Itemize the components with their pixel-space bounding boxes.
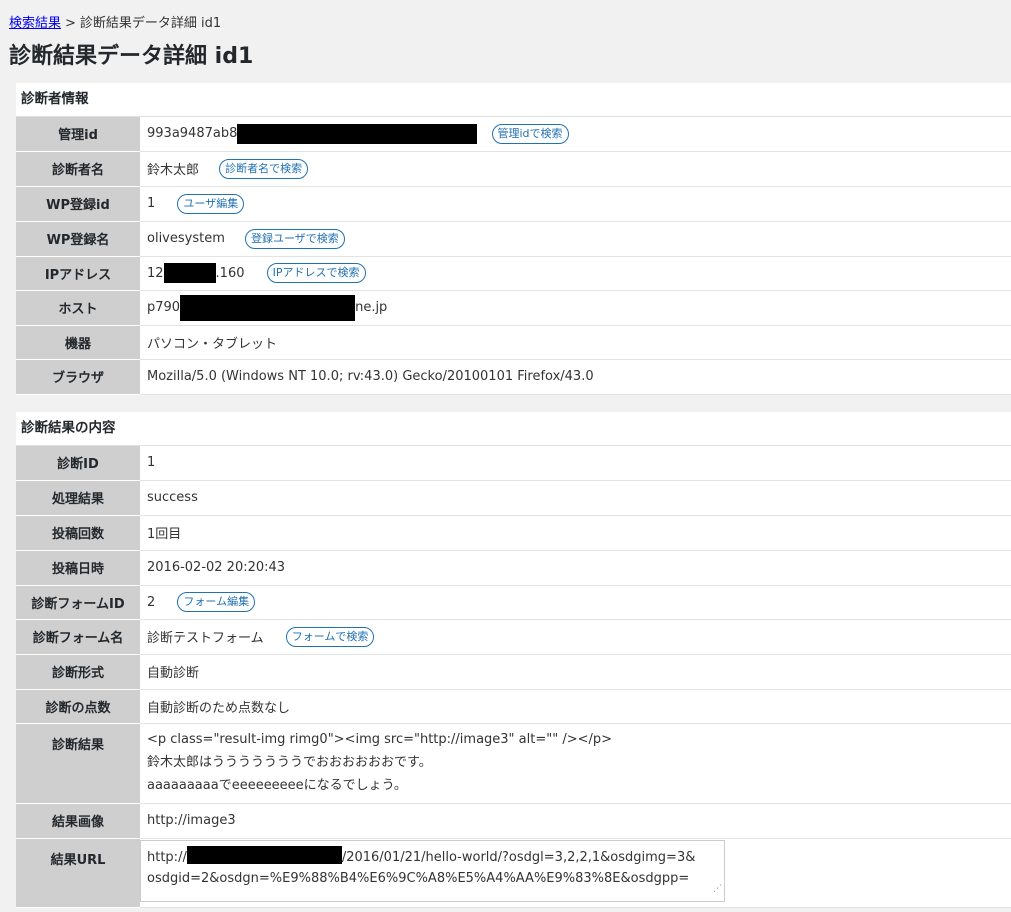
breadcrumb: 検索結果 > 診断結果データ詳細 id1 [9, 12, 221, 31]
table-row: ホスト p790 ne.jp [16, 290, 1011, 326]
form-name-value: 診断テストフォーム [147, 631, 264, 646]
wp-name-value: olivesystem [147, 231, 225, 246]
search-by-admin-id-button[interactable]: 管理idで検索 [491, 123, 569, 144]
row-value: 12 .160 IPアドレスで検索 [140, 256, 1011, 291]
edit-form-button[interactable]: フォーム編集 [177, 592, 256, 612]
row-value: http:// /2016/01/21/hello-world/?osdgl=3,… [140, 838, 1011, 908]
table-row: 投稿日時 2016-02-02 20:20:43 [16, 550, 1011, 586]
row-label: 診断フォームID [16, 585, 140, 620]
table-row: 診断の点数 自動診断のため点数なし [16, 689, 1011, 724]
row-label: 機器 [16, 325, 140, 360]
row-value: 1 ユーザ編集 [140, 186, 1011, 222]
row-value: 1回目 [140, 515, 1011, 551]
row-value: 鈴木太郎 診断者名で検索 [140, 151, 1011, 187]
row-label: 結果URL [16, 838, 140, 908]
redaction-block [180, 294, 356, 321]
row-label: 投稿回数 [16, 515, 140, 551]
table-row: 診断フォームID 2 フォーム編集 [16, 585, 1011, 620]
table-row: 機器 パソコン・タブレット [16, 325, 1011, 360]
table-row: 結果URL http:// /2016/01/21/hello-world/?os… [16, 838, 1011, 908]
url-line2: osdgid=2&osdgn=%E9%88%B4%E6%9C%A8%E5%A4%… [147, 870, 690, 886]
row-value: success [140, 480, 1011, 516]
edit-user-button[interactable]: ユーザ編集 [177, 193, 245, 214]
url-prefix: http:// [147, 849, 187, 865]
result-line: 鈴木太郎はうううううううでおおおおおおです。 [147, 754, 432, 770]
row-label: 診断結果 [16, 723, 140, 804]
row-label: 診断形式 [16, 654, 140, 690]
search-by-name-button[interactable]: 診断者名で検索 [219, 158, 309, 179]
table-row: 診断結果 <p class="result-img rimg0"><img sr… [16, 723, 1011, 804]
table-row: 投稿回数 1回目 [16, 515, 1011, 551]
diagnoser-info-section: 診断者情報 管理id 993a9487ab8 管理idで検索 診断者名 鈴木太郎… [16, 83, 1011, 395]
breadcrumb-current: 診断結果データ詳細 id1 [79, 16, 222, 31]
result-line: aaaaaaaaaでeeeeeeeeeになるでしょう。 [147, 777, 407, 793]
row-value: 自動診断 [140, 654, 1011, 690]
row-value: 2 フォーム編集 [140, 585, 1011, 620]
table-row: 診断形式 自動診断 [16, 654, 1011, 690]
row-value: 1 [140, 446, 1011, 481]
redaction-block [163, 263, 216, 283]
table-row: WP登録id 1 ユーザ編集 [16, 186, 1011, 222]
row-label: ホスト [16, 290, 140, 326]
row-value: olivesystem 登録ユーザで検索 [140, 221, 1011, 257]
breadcrumb-separator: > [65, 16, 76, 31]
row-label: WP登録名 [16, 221, 140, 257]
row-label: 投稿日時 [16, 550, 140, 586]
table-row: WP登録名 olivesystem 登録ユーザで検索 [16, 221, 1011, 257]
row-label: 診断フォーム名 [16, 619, 140, 655]
redaction-block [186, 845, 342, 864]
row-label: IPアドレス [16, 256, 140, 291]
row-value: 2016-02-02 20:20:43 [140, 550, 1011, 586]
search-by-form-button[interactable]: フォームで検索 [285, 626, 375, 647]
table-row: IPアドレス 12 .160 IPアドレスで検索 [16, 256, 1011, 291]
table-row: 管理id 993a9487ab8 管理idで検索 [16, 117, 1011, 152]
table-row: ブラウザ Mozilla/5.0 (Windows NT 10.0; rv:43… [16, 359, 1011, 395]
form-id-value: 2 [147, 594, 156, 610]
search-by-ip-button[interactable]: IPアドレスで検索 [266, 263, 366, 283]
row-label: ブラウザ [16, 359, 140, 395]
ip-value-suffix: .160 [215, 265, 245, 281]
ip-value-prefix: 12 [147, 265, 164, 281]
row-value: <p class="result-img rimg0"><img src="ht… [140, 723, 1011, 804]
table-row: 診断ID 1 [16, 446, 1011, 481]
row-value: p790 ne.jp [140, 290, 1011, 326]
row-value: 診断テストフォーム フォームで検索 [140, 619, 1011, 655]
diagnoser-info-table: 管理id 993a9487ab8 管理idで検索 診断者名 鈴木太郎 診断者名で… [16, 117, 1011, 395]
result-line: <p class="result-img rimg0"><img src="ht… [147, 731, 613, 747]
table-row: 診断者名 鈴木太郎 診断者名で検索 [16, 151, 1011, 187]
resize-grip-icon[interactable]: ⋰ [713, 879, 722, 900]
search-by-registered-user-button[interactable]: 登録ユーザで検索 [245, 228, 345, 249]
table-row: 結果画像 http://image3 [16, 803, 1011, 839]
row-label: 管理id [16, 117, 140, 152]
result-url-textarea[interactable]: http:// /2016/01/21/hello-world/?osdgl=3,… [140, 839, 725, 902]
diagnosis-result-section: 診断結果の内容 診断ID 1 処理結果 success 投稿回数 1回目 投稿日… [16, 412, 1011, 908]
row-label: 診断ID [16, 446, 140, 481]
row-value: 自動診断のため点数なし [140, 689, 1011, 724]
redaction-block [237, 123, 478, 144]
table-row: 診断フォーム名 診断テストフォーム フォームで検索 [16, 619, 1011, 655]
diagnosis-result-table: 診断ID 1 処理結果 success 投稿回数 1回目 投稿日時 2016-0… [16, 446, 1011, 908]
wp-id-value: 1 [147, 196, 156, 211]
row-value: http://image3 [140, 803, 1011, 839]
row-value: Mozilla/5.0 (Windows NT 10.0; rv:43.0) G… [140, 359, 1011, 395]
row-label: 処理結果 [16, 480, 140, 516]
row-label: 診断の点数 [16, 689, 140, 724]
row-value: 993a9487ab8 管理idで検索 [140, 117, 1011, 152]
section-title: 診断結果の内容 [16, 412, 1011, 446]
host-value-suffix: ne.jp [355, 300, 388, 315]
page-title: 診断結果データ詳細 id1 [9, 44, 254, 69]
url-line1-rest: /2016/01/21/hello-world/?osdgl=3,2,2,1&o… [341, 849, 696, 865]
section-title: 診断者情報 [16, 83, 1011, 117]
result-text: <p class="result-img rimg0"><img src="ht… [147, 728, 1011, 797]
row-label: 診断者名 [16, 151, 140, 187]
row-label: 結果画像 [16, 803, 140, 839]
admin-id-value: 993a9487ab8 [147, 126, 238, 142]
diagnoser-name-value: 鈴木太郎 [147, 163, 200, 178]
breadcrumb-search-results-link[interactable]: 検索結果 [9, 16, 61, 31]
row-label: WP登録id [16, 186, 140, 222]
host-value-prefix: p790 [147, 300, 181, 315]
table-row: 処理結果 success [16, 480, 1011, 516]
row-value: パソコン・タブレット [140, 325, 1011, 360]
